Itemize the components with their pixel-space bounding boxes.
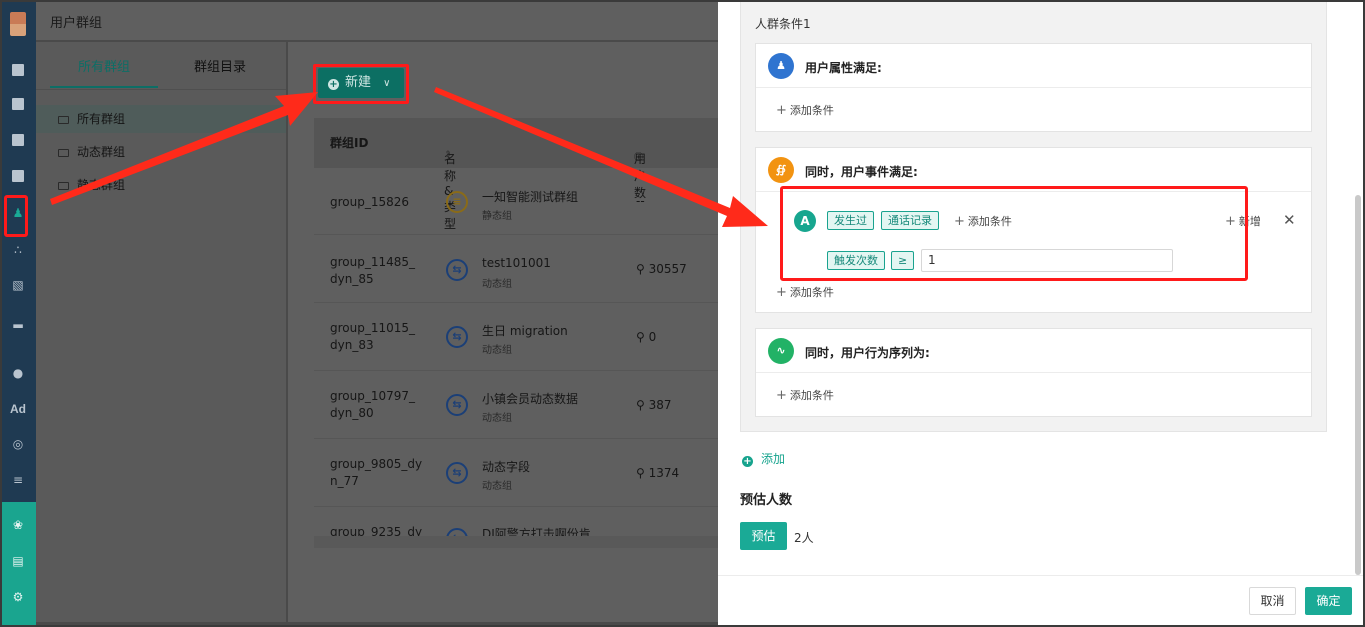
profile-icon[interactable]: ▧ [11,278,25,292]
table-row[interactable]: group_9805_dy n_77 ⇆ 动态字段 动态组 ⚲ 1374 [314,440,718,507]
sidebar-item-static[interactable]: 静态群组 [36,171,286,199]
dynamic-group-icon: ⇆ [446,326,468,348]
group-condition-drawer: 人群条件1 ♟ 用户属性满足: + 添加条件 ∯ 同时，用户事件满足: A 发生过… [718,0,1365,627]
event-icon: ∯ [768,157,794,183]
robot-icon[interactable]: ❀ [11,518,25,532]
attribute-condition-card: ♟ 用户属性满足: + 添加条件 [755,43,1312,132]
event-condition-highlight [780,186,1248,281]
table-row[interactable]: group_11485_ dyn_85 ⇆ test101001 动态组 ⚲ 30… [314,236,718,303]
folder-icon [58,148,69,157]
list-icon[interactable]: ≡ [11,473,25,487]
table-row[interactable]: group_10797_ dyn_80 ⇆ 小镇会员动态数据 动态组 ⚲ 387 [314,372,718,439]
dynamic-group-icon: ⇆ [446,259,468,281]
folder-icon [58,115,69,124]
gear-icon[interactable]: ⚙ [11,590,25,604]
users-icon: ⚲ [636,262,649,276]
confirm-button[interactable]: 确定 [1305,587,1352,615]
target-icon[interactable]: ◎ [11,437,25,451]
add-condition-button[interactable]: + 添加条件 [776,284,834,300]
estimate-value: 2人 [794,531,814,545]
ad-icon[interactable]: Ad [8,402,28,416]
page-title: 用户群组 [50,16,103,31]
plus-circle-icon: + [742,456,753,467]
nav-user-group-highlight [4,195,28,237]
horizontal-scrollbar[interactable] [314,536,718,548]
add-condition-button[interactable]: + 添加条件 [776,102,834,118]
tab-indicator [50,86,158,88]
nav-rail-bottom: ❀ ▤ ⚙ [0,502,36,627]
users-icon: ⚲ [636,466,649,480]
table-row[interactable]: group_9235_dy ⇆ DJ阿警方打击啊份肯... [314,508,718,536]
sort-icon[interactable]: ⇕ [444,150,452,160]
table-row[interactable]: group_11015_ dyn_83 ⇆ 生日 migration 动态组 ⚲ … [314,304,718,371]
group-sidebar: 所有群组 群组目录 所有群组 动态群组 静态群组 [36,42,286,622]
drawer-scrollbar[interactable] [1355,195,1361,575]
nav-icon-4[interactable] [12,170,24,182]
add-group-button[interactable]: + 添加 [742,450,785,467]
drawer-footer: 取消 确定 [718,575,1365,627]
nav-icon-3[interactable] [12,134,24,146]
col-header-id: 群组ID [330,136,369,150]
group-table-panel: + 新建 ∨ 群组ID 名称&类型 ⇕ 用户数 ⓘ group_15826 ≡ 一… [288,42,718,622]
condition-group-title: 人群条件1 [755,17,811,31]
add-condition-button[interactable]: + 添加条件 [776,387,834,403]
group-page: 用户群组 所有群组 群组目录 所有群组 动态群组 静态群组 + 新建 ∨ 群组ID… [36,0,718,627]
wechat-icon[interactable]: ● [11,366,25,380]
static-group-icon: ≡ [446,191,468,213]
page-header: 用户群组 [36,0,718,40]
dynamic-group-icon: ⇆ [446,394,468,416]
close-icon[interactable]: ✕ [1283,211,1296,229]
dynamic-group-icon: ⇆ [446,462,468,484]
estimate-title: 预估人数 [740,493,793,508]
user-attribute-icon: ♟ [768,53,794,79]
users-icon: ⚲ [636,330,649,344]
tab-all-groups[interactable]: 所有群组 [78,56,130,75]
nav-icon-2[interactable] [12,98,24,110]
app-logo [10,12,26,36]
users-icon: ⚲ [636,398,649,412]
sidebar-item-dynamic[interactable]: 动态群组 [36,138,286,166]
sequence-icon: ∿ [768,338,794,364]
dynamic-group-icon: ⇆ [446,528,468,536]
server-icon[interactable]: ▤ [11,554,25,568]
sidebar-item-all[interactable]: 所有群组 [36,105,286,133]
table-row[interactable]: group_15826 ≡ 一知智能测试群组 静态组 -- [314,168,718,235]
help-icon[interactable]: ⓘ [634,150,643,163]
tab-group-directory[interactable]: 群组目录 [194,56,246,75]
cancel-button[interactable]: 取消 [1249,587,1296,615]
table-header: 群组ID 名称&类型 ⇕ 用户数 ⓘ [314,118,718,231]
chart-icon[interactable]: ▂ [11,314,25,328]
folder-icon [58,181,69,190]
cluster-icon[interactable]: ∴ [11,243,25,257]
sequence-condition-card: ∿ 同时，用户行为序列为: + 添加条件 [755,328,1312,417]
new-button-highlight [313,64,409,104]
estimate-button[interactable]: 预估 [740,522,787,550]
nav-rail: ♟ ∴ ▧ ▂ ● Ad ◎ ≡ ❀ ▤ ⚙ [0,0,36,627]
nav-icon-1[interactable] [12,64,24,76]
